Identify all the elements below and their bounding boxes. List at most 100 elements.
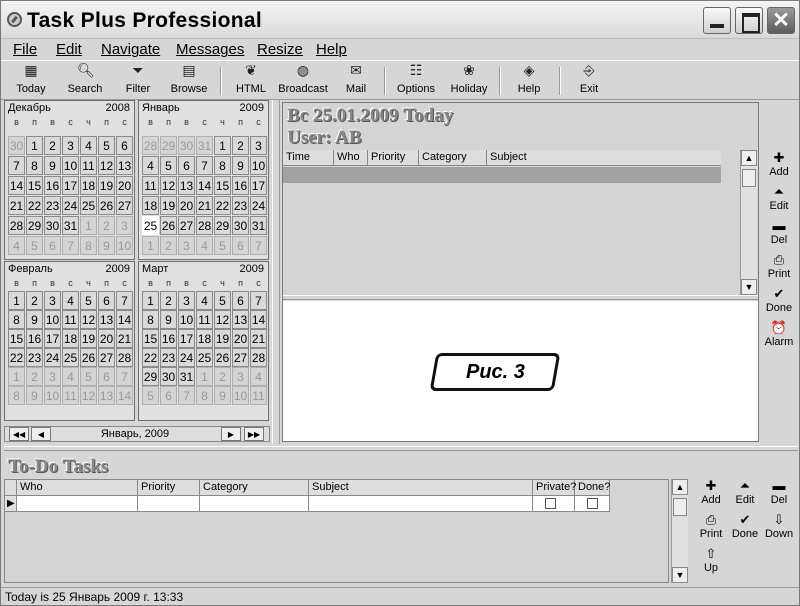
day-print-button[interactable]: ⎙ Print: [761, 253, 797, 280]
calendar-day[interactable]: 26: [80, 348, 97, 367]
calendar-day[interactable]: 26: [98, 196, 115, 215]
toolbar-search-button[interactable]: 🔍︎ Search: [65, 63, 105, 99]
calendar-day[interactable]: 7: [250, 236, 267, 255]
menu-resize[interactable]: Resize: [257, 41, 303, 58]
calendar-day[interactable]: 14: [196, 176, 213, 195]
calendar-day[interactable]: 5: [80, 367, 97, 386]
next-month-button[interactable]: ▶: [221, 427, 241, 441]
calendar-day[interactable]: 21: [196, 196, 213, 215]
calendar-day[interactable]: 21: [250, 329, 267, 348]
calendar-day[interactable]: 5: [214, 291, 231, 310]
calendar-day[interactable]: 12: [214, 310, 231, 329]
calendar-day[interactable]: 22: [26, 196, 43, 215]
col-private[interactable]: Private?: [533, 480, 576, 496]
calendar-day[interactable]: 27: [98, 348, 115, 367]
todo-done-button[interactable]: ✔ Done: [728, 513, 762, 540]
calendar-day[interactable]: 4: [142, 156, 159, 175]
calendar-day[interactable]: 5: [26, 236, 43, 255]
calendar-day[interactable]: 1: [214, 136, 231, 155]
calendar-day[interactable]: 5: [80, 291, 97, 310]
day-del-button[interactable]: ▬ Del: [761, 219, 797, 246]
calendar-day[interactable]: 18: [62, 329, 79, 348]
calendar-day[interactable]: 4: [62, 291, 79, 310]
calendar-day[interactable]: 23: [160, 348, 177, 367]
toolbar-today-button[interactable]: ▦ Today: [13, 63, 49, 99]
toolbar-exit-button[interactable]: ⎆ Exit: [574, 63, 604, 99]
main-splitter[interactable]: [4, 446, 798, 451]
calendar-day[interactable]: 4: [62, 367, 79, 386]
calendar-day[interactable]: 12: [160, 176, 177, 195]
calendar-day[interactable]: 14: [116, 310, 133, 329]
cell-category[interactable]: [200, 496, 309, 512]
calendar-day[interactable]: 2: [214, 367, 231, 386]
cell-priority[interactable]: [138, 496, 200, 512]
calendar-day[interactable]: 22: [214, 196, 231, 215]
calendar-day[interactable]: 30: [178, 136, 195, 155]
calendar-day[interactable]: 9: [26, 386, 43, 405]
cell-subject[interactable]: [309, 496, 533, 512]
calendar-day[interactable]: 24: [62, 196, 79, 215]
calendar-day[interactable]: 1: [8, 291, 25, 310]
calendar-day[interactable]: 15: [8, 329, 25, 348]
calendar-day[interactable]: 11: [196, 310, 213, 329]
calendar-day[interactable]: 29: [142, 367, 159, 386]
calendar-day[interactable]: 20: [178, 196, 195, 215]
calendar-day[interactable]: 12: [80, 386, 97, 405]
calendar-day[interactable]: 30: [44, 216, 61, 235]
calendar-day[interactable]: 13: [98, 386, 115, 405]
day-add-button[interactable]: ✚ Add: [761, 151, 797, 178]
calendar-day[interactable]: 7: [116, 367, 133, 386]
day-alarm-button[interactable]: ⏰ Alarm: [761, 321, 797, 348]
calendar-day[interactable]: 29: [26, 216, 43, 235]
calendar-day[interactable]: 19: [214, 329, 231, 348]
todo-down-button[interactable]: ⇩ Down: [762, 513, 796, 540]
calendar-day[interactable]: 7: [8, 156, 25, 175]
day-done-button[interactable]: ✔ Done: [761, 287, 797, 314]
calendar-day[interactable]: 6: [160, 386, 177, 405]
calendar-day[interactable]: 4: [80, 136, 97, 155]
calendar-day[interactable]: 28: [116, 348, 133, 367]
notes-area[interactable]: Рис. 3: [283, 301, 758, 441]
calendar-day[interactable]: 14: [250, 310, 267, 329]
calendar-day[interactable]: 14: [8, 176, 25, 195]
title-bar[interactable]: Task Plus Professional ✕: [1, 1, 799, 39]
col-priority[interactable]: Priority: [138, 480, 200, 496]
calendar-day[interactable]: 9: [44, 156, 61, 175]
events-scrollbar[interactable]: ▲ ▼: [740, 150, 757, 295]
calendar-day[interactable]: 3: [44, 367, 61, 386]
scroll-thumb[interactable]: [742, 169, 756, 187]
calendar-day[interactable]: 21: [116, 329, 133, 348]
toolbar-help-button[interactable]: ◈ Help: [513, 63, 545, 99]
calendar-day[interactable]: 23: [44, 196, 61, 215]
calendar-day[interactable]: 3: [178, 291, 195, 310]
calendar-day[interactable]: 31: [62, 216, 79, 235]
minimize-button[interactable]: [703, 7, 731, 34]
calendar-day[interactable]: 10: [116, 236, 133, 255]
calendar-day[interactable]: 6: [232, 291, 249, 310]
calendar-day[interactable]: 12: [98, 156, 115, 175]
calendar-day[interactable]: 3: [62, 136, 79, 155]
calendar-day[interactable]: 20: [116, 176, 133, 195]
calendar-day[interactable]: 7: [116, 291, 133, 310]
maximize-button[interactable]: [735, 7, 763, 34]
calendar-day[interactable]: 28: [142, 136, 159, 155]
todo-edit-button[interactable]: ⏶ Edit: [728, 479, 762, 506]
toolbar-holiday-button[interactable]: ❀ Holiday: [449, 63, 489, 99]
calendar-day[interactable]: 1: [142, 236, 159, 255]
scroll-thumb[interactable]: [673, 498, 687, 516]
calendar-day[interactable]: 8: [80, 236, 97, 255]
calendar-day[interactable]: 8: [214, 156, 231, 175]
calendar-day[interactable]: 10: [44, 386, 61, 405]
calendar-day[interactable]: 2: [160, 236, 177, 255]
calendar-day[interactable]: 8: [26, 156, 43, 175]
col-time[interactable]: Time: [283, 150, 334, 165]
calendar-day[interactable]: 25: [62, 348, 79, 367]
calendar-day[interactable]: 9: [232, 156, 249, 175]
col-category[interactable]: Category: [200, 480, 309, 496]
calendar-day[interactable]: 5: [160, 156, 177, 175]
todo-del-button[interactable]: ▬ Del: [762, 479, 796, 506]
calendar-day[interactable]: 29: [160, 136, 177, 155]
calendar-day[interactable]: 4: [196, 291, 213, 310]
calendar-day[interactable]: 11: [62, 310, 79, 329]
day-edit-button[interactable]: ⏶ Edit: [761, 185, 797, 212]
